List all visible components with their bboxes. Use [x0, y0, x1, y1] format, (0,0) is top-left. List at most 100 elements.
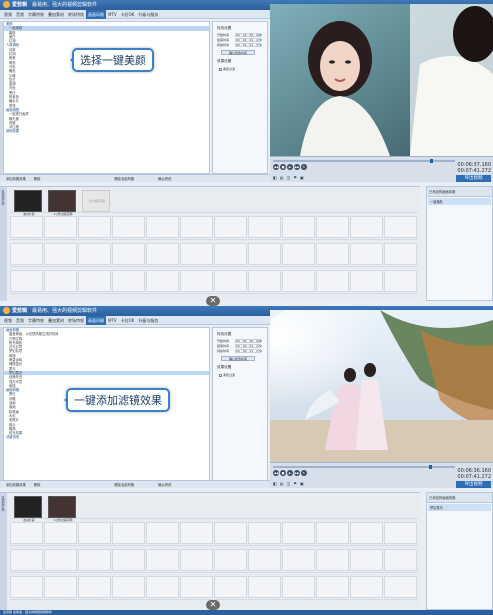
- confirm-time-button[interactable]: 确认修改时间: [221, 356, 255, 361]
- empty-slot[interactable]: [44, 522, 77, 544]
- clip-thumbnail[interactable]: [梦]丝路花雨: [82, 190, 110, 212]
- duration-value[interactable]: 00 : 00 : 01 . 272: [235, 349, 262, 353]
- empty-slot[interactable]: [44, 270, 77, 292]
- snapshot-icon[interactable]: ◧: [273, 481, 277, 486]
- play-icon[interactable]: ▶: [287, 164, 293, 170]
- rewind-icon[interactable]: ◀◀: [273, 164, 279, 170]
- menu-overlay[interactable]: 叠加素材: [46, 10, 66, 19]
- empty-slot[interactable]: [146, 549, 179, 571]
- progress-bar[interactable]: [273, 465, 455, 469]
- delete-button[interactable]: 删除: [32, 175, 43, 183]
- clip-track[interactable]: 启动片段 2.[梦]丝路花雨 [梦]丝路花雨: [10, 187, 418, 216]
- effect-category[interactable]: 动景特效: [4, 435, 209, 439]
- empty-slot[interactable]: [112, 216, 145, 238]
- end-time-field[interactable]: 结束时间 00 : 00 : 01 . 272: [217, 344, 267, 348]
- start-time-field[interactable]: 开始时间 00 : 00 : 00 . 000: [217, 33, 267, 37]
- empty-slot[interactable]: [214, 216, 247, 238]
- fullscreen-icon[interactable]: ▣: [300, 175, 304, 180]
- menu-audio[interactable]: 音频: [14, 10, 26, 19]
- empty-slot[interactable]: [350, 216, 383, 238]
- start-time-value[interactable]: 00 : 00 : 00 . 000: [235, 33, 262, 37]
- effects-list[interactable]: 美颜 一键美颜 磨皮 美白 红润 人像调色 清新 红润 唯美 明亮 冷色 暖色 淡雅 复古 蓝调 青色 黑白 阿宝…: [3, 21, 210, 174]
- confirm-time-button[interactable]: 确认修改时间: [221, 50, 255, 55]
- loop-icon[interactable]: ↻: [301, 164, 307, 170]
- checkbox-box[interactable]: [219, 67, 222, 71]
- empty-slot[interactable]: [282, 549, 315, 571]
- menu-style[interactable]: 画面风格: [86, 10, 106, 19]
- empty-track[interactable]: [10, 547, 418, 573]
- add-effect-button[interactable]: 添加风格效果: [4, 481, 28, 489]
- export-video-button[interactable]: 导出视频: [456, 481, 491, 488]
- delete-button[interactable]: 删除: [32, 481, 43, 489]
- menu-karaoke[interactable]: 卡拉OK: [119, 10, 137, 19]
- start-time-value[interactable]: 00 : 00 : 00 . 000: [235, 339, 262, 343]
- empty-slot[interactable]: [146, 576, 179, 598]
- empty-slot[interactable]: [214, 576, 247, 598]
- clip-thumbnail[interactable]: 启动片段: [14, 190, 42, 216]
- menu-transition[interactable]: 转场特效: [66, 316, 86, 325]
- applied-effect-item[interactable]: 梦幻柔光: [428, 504, 491, 511]
- confirm-button[interactable]: 确认修改: [156, 481, 173, 489]
- empty-slot[interactable]: [78, 549, 111, 571]
- effect-category[interactable]: 其他效果: [4, 129, 209, 133]
- progress-bar[interactable]: [273, 159, 455, 163]
- stop-icon[interactable]: ■: [280, 470, 286, 476]
- empty-slot[interactable]: [78, 522, 111, 544]
- flag-icon[interactable]: ⚑: [293, 481, 297, 486]
- empty-slot[interactable]: [248, 216, 281, 238]
- delete-all-button[interactable]: 删除全部风格: [112, 481, 136, 489]
- empty-slot[interactable]: [44, 216, 77, 238]
- snapshot-icon[interactable]: ◧: [273, 175, 277, 180]
- empty-slot[interactable]: [180, 270, 213, 292]
- checkbox-box[interactable]: [219, 373, 222, 377]
- fast-forward-icon[interactable]: ▶▶: [294, 470, 300, 476]
- empty-slot[interactable]: [384, 522, 417, 544]
- empty-slot[interactable]: [180, 549, 213, 571]
- menu-upgrade[interactable]: 升级与服务: [136, 10, 160, 19]
- menu-karaoke[interactable]: 卡拉OK: [119, 316, 137, 325]
- empty-slot[interactable]: [384, 243, 417, 265]
- empty-slot[interactable]: [78, 216, 111, 238]
- empty-slot[interactable]: [248, 270, 281, 292]
- add-effect-button[interactable]: 添加风格效果: [4, 175, 28, 183]
- menu-mtv[interactable]: MTV: [106, 10, 119, 19]
- menu-audio[interactable]: 音频: [14, 316, 26, 325]
- empty-slot[interactable]: [248, 576, 281, 598]
- empty-slot[interactable]: [10, 243, 43, 265]
- loop-icon[interactable]: ↻: [301, 470, 307, 476]
- empty-slot[interactable]: [384, 270, 417, 292]
- empty-slot[interactable]: [282, 216, 315, 238]
- empty-slot[interactable]: [316, 522, 349, 544]
- empty-slot[interactable]: [214, 549, 247, 571]
- empty-slot[interactable]: [214, 243, 247, 265]
- end-time-value[interactable]: 00 : 00 : 01 . 272: [235, 344, 262, 348]
- duration-field[interactable]: 持续时间 00 : 00 : 01 . 272: [217, 349, 267, 353]
- close-icon[interactable]: ✕: [206, 600, 220, 610]
- empty-slot[interactable]: [44, 549, 77, 571]
- empty-slot[interactable]: [316, 549, 349, 571]
- empty-slot[interactable]: [180, 522, 213, 544]
- empty-slot[interactable]: [316, 216, 349, 238]
- menu-subtitle[interactable]: 字幕特效: [26, 10, 46, 19]
- empty-track[interactable]: [10, 520, 418, 546]
- menu-transition[interactable]: 转场特效: [66, 10, 86, 19]
- layout-icon[interactable]: ◫: [287, 175, 291, 180]
- empty-slot[interactable]: [214, 270, 247, 292]
- start-time-field[interactable]: 开始时间 00 : 00 : 00 . 000: [217, 339, 267, 343]
- menu-overlay[interactable]: 叠加素材: [46, 316, 66, 325]
- empty-slot[interactable]: [248, 549, 281, 571]
- empty-track[interactable]: [10, 214, 418, 240]
- empty-slot[interactable]: [282, 270, 315, 292]
- empty-slot[interactable]: [350, 549, 383, 571]
- empty-slot[interactable]: [112, 549, 145, 571]
- empty-slot[interactable]: [146, 216, 179, 238]
- empty-slot[interactable]: [78, 243, 111, 265]
- empty-slot[interactable]: [350, 522, 383, 544]
- empty-slot[interactable]: [282, 522, 315, 544]
- empty-track[interactable]: [10, 268, 418, 294]
- duration-value[interactable]: 00 : 00 : 01 . 272: [235, 43, 262, 47]
- end-time-field[interactable]: 结束时间 00 : 00 : 01 . 272: [217, 38, 267, 42]
- empty-slot[interactable]: [180, 216, 213, 238]
- clip-thumbnail[interactable]: 2.[梦]丝路花雨: [48, 190, 76, 216]
- empty-slot[interactable]: [248, 243, 281, 265]
